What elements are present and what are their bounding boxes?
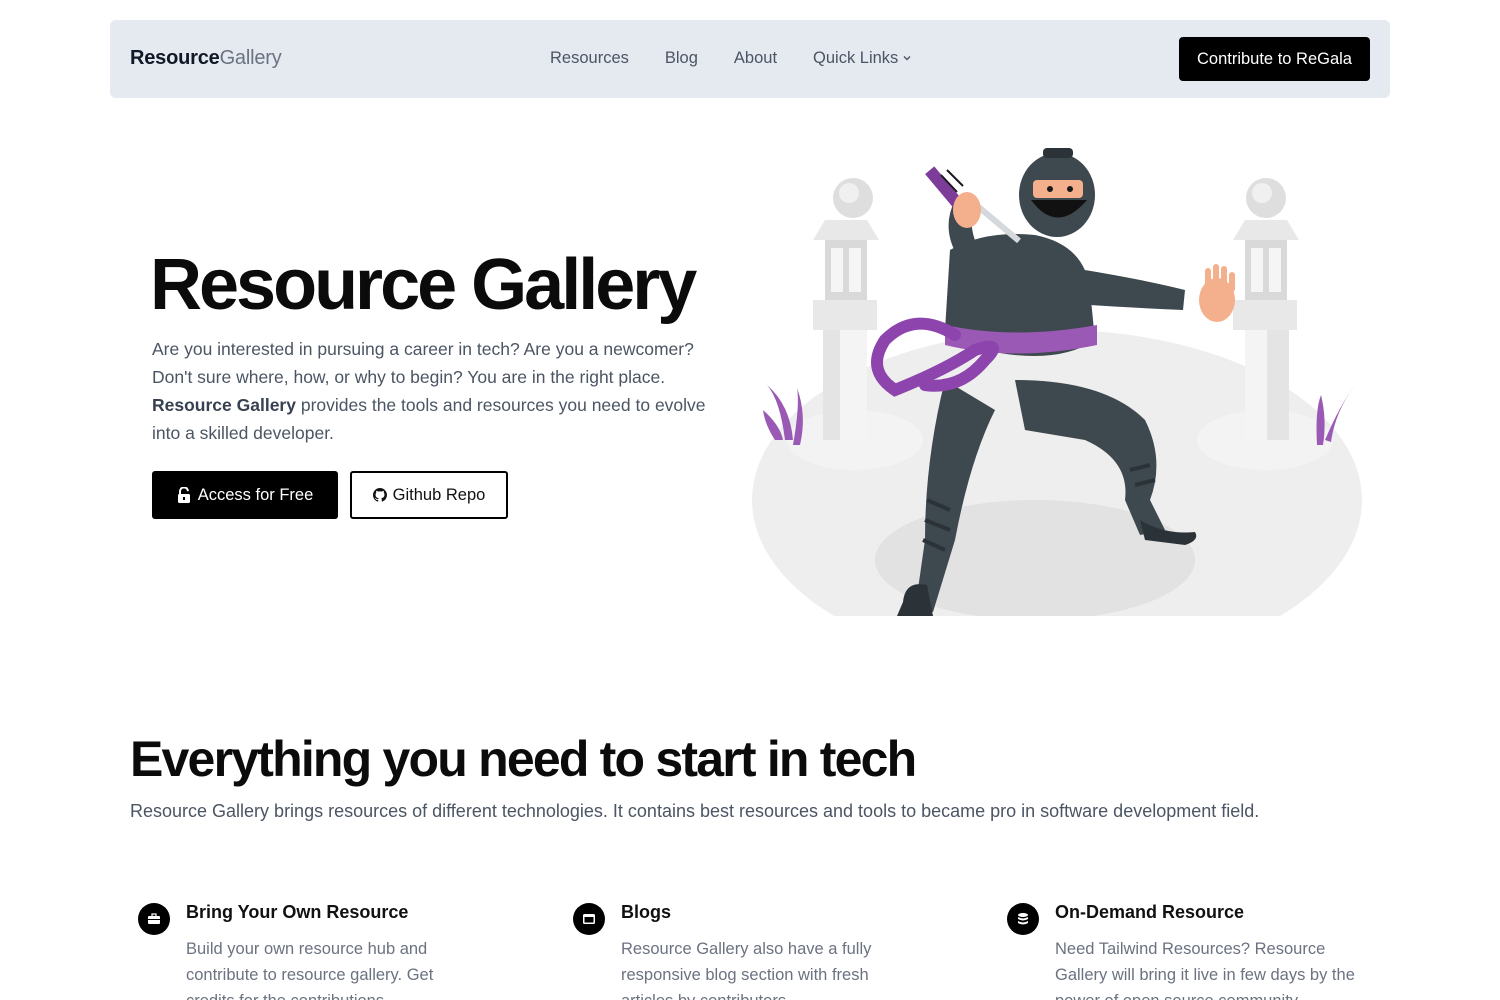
hero-title: Resource Gallery — [150, 245, 697, 325]
section-title: Everything you need to start in tech — [130, 731, 917, 787]
right-lantern-pillar — [1197, 178, 1333, 470]
section-subtitle: Resource Gallery brings resources of dif… — [130, 801, 1260, 821]
github-icon — [372, 488, 387, 502]
chevron-down-icon — [903, 56, 911, 61]
ninja-head — [1019, 148, 1095, 237]
nav-link-about[interactable]: About — [734, 49, 777, 68]
feature-title: On-Demand Resource — [1055, 902, 1245, 922]
nav-link-resources[interactable]: Resources — [550, 49, 629, 68]
feature-description: Resource Gallery also have a fully respo… — [621, 940, 872, 1000]
ninja-illustration — [752, 148, 1362, 616]
github-repo-label: Github Repo — [392, 485, 486, 504]
nav-links: Resources Blog About Quick Links — [550, 49, 912, 68]
unlock-icon — [177, 487, 190, 503]
nav-dropdown-quick-links[interactable]: Quick Links — [813, 49, 912, 68]
ninja-arm-right — [1085, 270, 1185, 310]
brand-bold: Resource — [130, 47, 220, 69]
access-for-free-label: Access for Free — [197, 485, 314, 504]
feature-description: Need Tailwind Resources? Resource Galler… — [1055, 940, 1355, 1000]
nav-link-blog[interactable]: Blog — [665, 49, 698, 68]
hero-desc-bold: Resource Gallery — [152, 395, 296, 415]
brand-logo[interactable]: ResourceGallery — [130, 47, 282, 70]
feature-title: Blogs — [621, 902, 672, 922]
contribute-button[interactable]: Contribute to ReGala — [1178, 37, 1370, 81]
database-icon — [1007, 903, 1039, 935]
hero-desc-part1: Are you interested in pursuing a career … — [152, 339, 694, 387]
briefcase-icon — [138, 903, 170, 935]
ninja-hand-left — [953, 192, 981, 228]
access-for-free-button[interactable]: Access for Free — [152, 471, 338, 519]
navbar: ResourceGallery Resources Blog About Qui… — [110, 20, 1390, 98]
hero-description: Are you interested in pursuing a career … — [152, 335, 737, 447]
brand-light: Gallery — [219, 47, 282, 69]
quick-links-label: Quick Links — [813, 49, 899, 67]
browser-window-icon — [573, 903, 605, 935]
github-repo-button[interactable]: Github Repo — [350, 471, 508, 519]
ninja-hand-right — [1199, 264, 1235, 322]
feature-title: Bring Your Own Resource — [186, 902, 409, 922]
feature-description: Build your own resource hub and contribu… — [186, 940, 434, 1000]
